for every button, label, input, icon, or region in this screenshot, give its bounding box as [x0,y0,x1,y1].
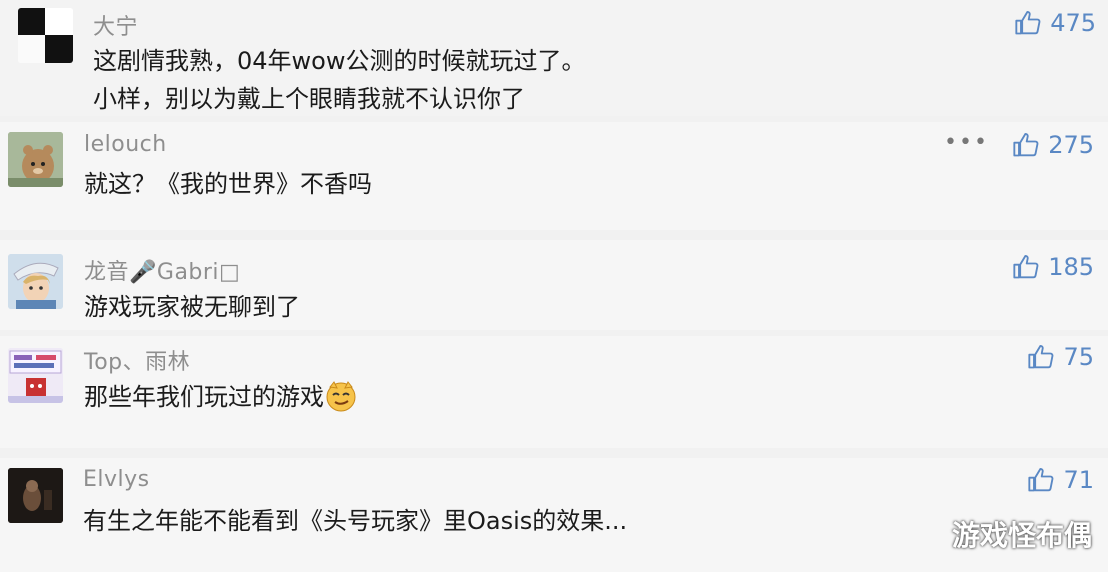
like-button[interactable]: 185 [1012,252,1094,282]
username[interactable]: 大宁 [93,9,138,41]
bear-avatar-icon [8,132,63,187]
like-button[interactable]: 475 [1014,8,1096,38]
username[interactable]: lelouch [84,132,167,157]
comment-text: 那些年我们玩过的游戏 [84,377,358,417]
comment-item: 龙音🎤Gabri□ 游戏玩家被无聊到了 185 [0,240,1108,330]
like-button[interactable]: 71 [1027,465,1094,495]
like-count: 71 [1063,466,1094,494]
like-button[interactable]: 275 [1012,130,1094,160]
thumbs-up-icon [1013,254,1039,279]
smirk-face-emoji-icon [326,381,356,412]
thumbs-up-icon [1015,10,1041,35]
comment-text: 有生之年能不能看到《头号玩家》里Oasis的效果... [83,507,628,535]
comment-item: 大宁 这剧情我熟，04年wow公测的时候就玩过了。 小样，别以为戴上个眼睛我就不… [0,0,1108,116]
avatar[interactable] [8,468,63,523]
dark-photo-avatar-icon [8,468,63,523]
like-count: 75 [1063,343,1094,371]
anime-character-avatar-icon [8,254,63,309]
like-button[interactable]: 75 [1027,342,1094,372]
avatar[interactable] [8,348,63,403]
watermark: 游戏怪布偶 [951,519,1092,552]
comment-text-content: 那些年我们玩过的游戏 [84,383,324,411]
comment-text: 小样，别以为戴上个眼睛我就不认识你了 [93,85,525,113]
thumbs-up-icon [1013,132,1039,157]
comment-item: Top、雨林 那些年我们玩过的游戏 75 [0,336,1108,448]
like-count: 185 [1048,253,1094,281]
thumbs-up-icon [1028,344,1054,369]
checkerboard-avatar-icon [18,8,73,63]
thumbs-up-icon [1028,467,1054,492]
like-count: 475 [1050,9,1096,37]
username[interactable]: Elvlys [83,467,150,492]
avatar[interactable] [8,132,63,187]
avatar[interactable] [18,8,73,63]
username[interactable]: 龙音🎤Gabri□ [84,254,240,286]
comment-text: 这剧情我熟，04年wow公测的时候就玩过了。 [93,47,586,75]
username[interactable]: Top、雨林 [84,344,190,376]
like-count: 275 [1048,131,1094,159]
comment-item: Elvlys 有生之年能不能看到《头号玩家》里Oasis的效果... 71 [0,458,1108,572]
cartoon-avatar-icon [8,348,63,403]
avatar[interactable] [8,254,63,309]
comment-text: 游戏玩家被无聊到了 [84,293,300,321]
comment-text: 就这？《我的世界》不香吗 [84,170,372,198]
comment-item: lelouch 就这？《我的世界》不香吗 ••• 275 [0,122,1108,230]
more-options-icon[interactable]: ••• [944,132,989,154]
